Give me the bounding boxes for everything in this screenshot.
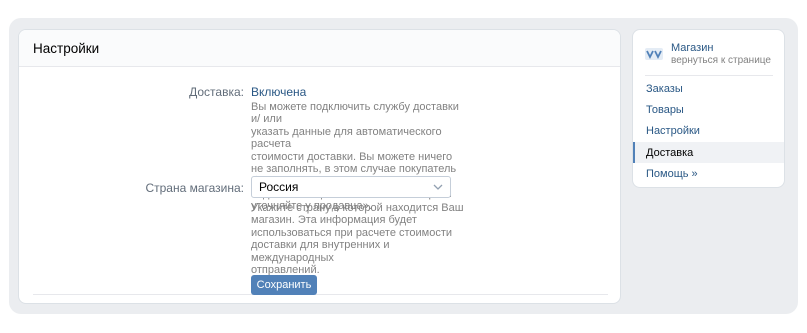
page-title: Настройки bbox=[33, 40, 100, 56]
panel-header: Настройки bbox=[19, 30, 620, 67]
country-description: Укажите страну в которой находится Ваш м… bbox=[251, 202, 464, 277]
settings-panel: Настройки Доставка: Включена Вы можете п… bbox=[18, 29, 621, 304]
sidebar: Магазин вернуться к странице Заказы Това… bbox=[632, 29, 785, 188]
shop-block[interactable]: Магазин вернуться к странице bbox=[645, 42, 775, 72]
shop-name[interactable]: Магазин bbox=[671, 42, 713, 54]
sidebar-item-help[interactable]: Помощь » bbox=[633, 163, 784, 184]
delivery-status-link[interactable]: Включена bbox=[251, 85, 306, 99]
sidebar-item-settings[interactable]: Настройки bbox=[633, 120, 784, 141]
chevron-down-icon bbox=[433, 184, 443, 190]
country-select-value: Россия bbox=[259, 180, 299, 194]
sidebar-divider bbox=[645, 75, 773, 76]
shop-icon bbox=[645, 48, 663, 60]
save-button[interactable]: Сохранить bbox=[251, 275, 317, 295]
divider bbox=[33, 294, 608, 295]
sidebar-item-products[interactable]: Товары bbox=[633, 99, 784, 120]
sidebar-item-orders[interactable]: Заказы bbox=[633, 78, 784, 99]
country-label: Страна магазина: bbox=[145, 181, 244, 195]
country-select[interactable]: Россия bbox=[251, 176, 451, 198]
delivery-label: Доставка: bbox=[189, 85, 244, 99]
back-to-page-link[interactable]: вернуться к странице bbox=[671, 55, 771, 66]
sidebar-item-delivery[interactable]: Доставка bbox=[633, 142, 784, 163]
